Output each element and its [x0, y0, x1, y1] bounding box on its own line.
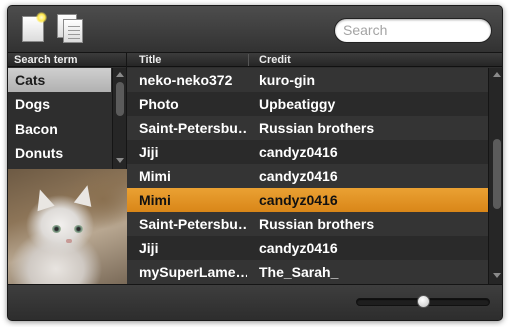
preview-image — [8, 169, 127, 284]
cell-credit: Russian brothers — [259, 120, 375, 136]
cell-credit: Russian brothers — [259, 216, 375, 232]
cell-title: Jiji — [139, 144, 159, 160]
duplicate-button[interactable] — [57, 14, 85, 44]
cell-title: mySuperLame… — [139, 264, 247, 280]
cell-credit: candyz0416 — [259, 240, 338, 256]
cell-credit: candyz0416 — [259, 168, 338, 184]
cell-credit: candyz0416 — [259, 192, 338, 208]
table-header: Title Credit — [127, 53, 502, 67]
cell-title: Mimi — [139, 192, 171, 208]
search-term-item[interactable]: Cats — [8, 68, 111, 93]
cell-title: Saint-Petersbu… — [139, 216, 247, 232]
table-row[interactable]: neko-neko372 kuro-gin — [127, 68, 488, 92]
sparkle-icon — [36, 12, 47, 23]
column-divider[interactable] — [248, 54, 249, 66]
table-row[interactable]: Photo Upbeatiggy — [127, 92, 488, 116]
cell-title: Photo — [139, 96, 179, 112]
scrollbar-thumb[interactable] — [116, 82, 124, 116]
bottom-bar — [8, 284, 502, 320]
column-header-title[interactable]: Title — [139, 53, 161, 67]
table-row[interactable]: Jiji candyz0416 — [127, 140, 488, 164]
search-input[interactable]: Search — [334, 18, 492, 43]
table-row[interactable]: Saint-Petersbu… Russian brothers — [127, 116, 488, 140]
duplicate-documents-icon — [63, 19, 83, 43]
app-window: Search Search term Cats Dogs Bacon Donuts T… — [7, 5, 503, 321]
search-term-item[interactable]: Dogs — [8, 92, 111, 116]
scroll-down-icon[interactable] — [116, 158, 124, 163]
cell-title: Saint-Petersbu… — [139, 120, 247, 136]
results-table: Title Credit neko-neko372 kuro-gin Photo Up… — [127, 53, 502, 284]
size-slider[interactable] — [356, 295, 490, 308]
cell-credit: Upbeatiggy — [259, 96, 336, 112]
toolbar: Search — [8, 6, 502, 53]
slider-knob[interactable] — [417, 295, 430, 308]
cat-ear-right — [73, 183, 97, 207]
search-term-item[interactable]: Donuts — [8, 141, 111, 165]
scroll-up-icon[interactable] — [493, 72, 501, 77]
table-body: neko-neko372 kuro-gin Photo Upbeatiggy Saint… — [127, 68, 488, 284]
new-document-button[interactable] — [20, 12, 48, 44]
cell-credit: candyz0416 — [259, 144, 338, 160]
table-row[interactable]: Saint-Petersbu… Russian brothers — [127, 212, 488, 236]
cell-title: neko-neko372 — [139, 72, 233, 88]
cell-title: Jiji — [139, 240, 159, 256]
cat-eye-right — [74, 225, 83, 233]
table-row[interactable]: Mimi candyz0416 — [127, 188, 488, 212]
table-row[interactable]: Jiji candyz0416 — [127, 236, 488, 260]
cell-credit: kuro-gin — [259, 72, 315, 88]
search-term-header[interactable]: Search term — [8, 53, 126, 67]
scroll-down-icon[interactable] — [493, 273, 501, 278]
search-term-pane: Search term Cats Dogs Bacon Donuts — [8, 53, 127, 284]
cell-credit: The_Sarah_ — [259, 264, 339, 280]
table-row[interactable]: Mimi candyz0416 — [127, 164, 488, 188]
search-term-list: Cats Dogs Bacon Donuts — [8, 68, 111, 168]
results-scrollbar[interactable] — [488, 68, 502, 284]
scroll-up-icon[interactable] — [116, 72, 124, 77]
scrollbar-thumb[interactable] — [493, 139, 501, 209]
column-header-credit[interactable]: Credit — [259, 53, 291, 67]
cat-nose — [66, 239, 72, 243]
cell-title: Mimi — [139, 168, 171, 184]
search-term-item[interactable]: Bacon — [8, 117, 111, 141]
search-term-scrollbar[interactable] — [112, 68, 126, 169]
table-row[interactable]: mySuperLame… The_Sarah_ — [127, 260, 488, 284]
cat-ear-left — [31, 186, 55, 212]
cat-eye-left — [52, 225, 61, 233]
